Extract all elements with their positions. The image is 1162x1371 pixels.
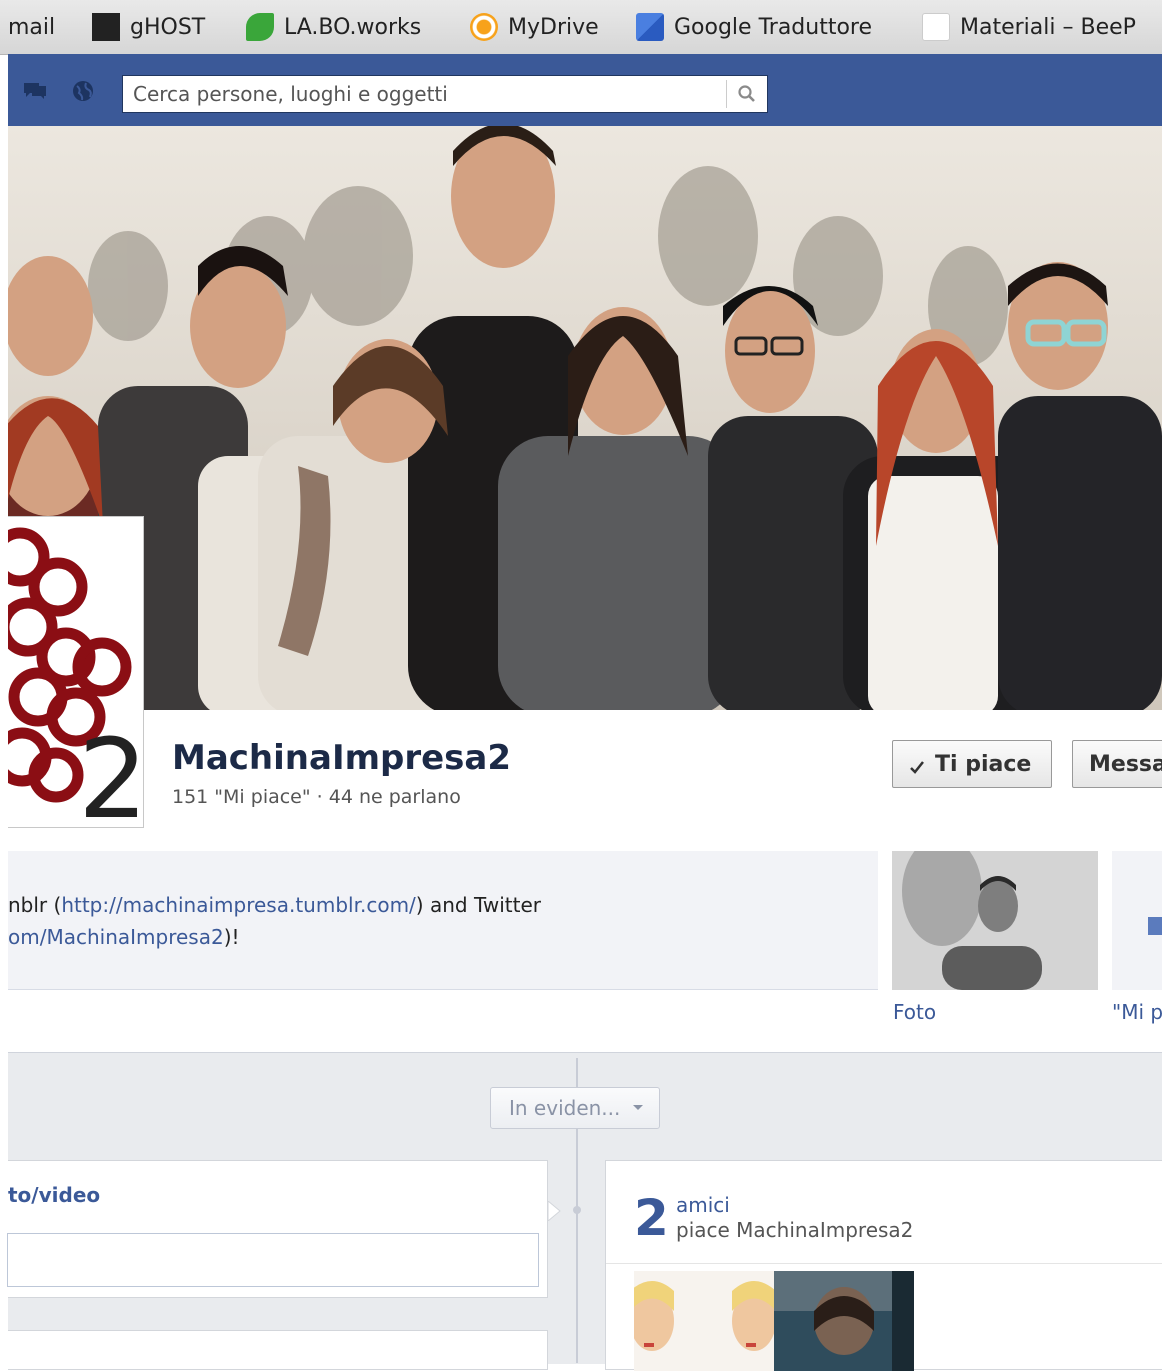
timeline-post-card	[8, 1330, 548, 1370]
card-divider	[606, 1263, 1162, 1264]
labo-leaf-icon	[246, 13, 274, 41]
friend-avatar-1[interactable]	[634, 1271, 774, 1371]
logo-number: 2	[78, 715, 144, 828]
about-line-1: nblr (http://machinaimpresa.tumblr.com/)…	[8, 893, 541, 917]
photos-thumbnail[interactable]	[892, 851, 1098, 990]
globe-notifications-icon[interactable]	[70, 80, 96, 102]
likes-label[interactable]: "Mi p	[1112, 1000, 1162, 1024]
search-icon[interactable]	[737, 84, 757, 104]
bookmark-labo[interactable]: LA.BO.works	[246, 0, 421, 54]
beep-icon	[922, 13, 950, 41]
friend-avatar-2[interactable]	[774, 1271, 914, 1371]
friends-link[interactable]: amici	[676, 1193, 730, 1217]
checkmark-icon	[910, 761, 924, 774]
status-composer-card: to/video	[7, 1160, 561, 1298]
machinaimpresa-logo: 2	[8, 527, 144, 828]
google-translate-icon	[636, 13, 664, 41]
twitter-link[interactable]: om/MachinaImpresa2	[8, 925, 224, 949]
page-stats: 151 "Mi piace" · 44 ne parlano	[172, 786, 461, 808]
photos-label[interactable]: Foto	[893, 1000, 936, 1024]
search-box[interactable]: Cerca persone, luoghi e oggetti	[122, 75, 768, 113]
photo-thumbnail-image	[892, 851, 1098, 990]
about-section: nblr (http://machinaimpresa.tumblr.com/)…	[8, 851, 878, 990]
cover-photo[interactable]	[8, 126, 1162, 710]
likes-thumbnail[interactable]	[1112, 851, 1162, 990]
card-pointer-arrow	[548, 1201, 561, 1221]
photo-video-tab[interactable]: to/video	[8, 1183, 100, 1207]
page-title[interactable]: MachinaImpresa2	[172, 738, 511, 778]
bookmark-mydrive[interactable]: MyDrive	[470, 0, 599, 54]
bookmark-mail[interactable]: mail	[8, 0, 55, 54]
bookmarks-bar: mail gHOST LA.BO.works MyDrive Google Tr…	[0, 0, 1162, 55]
mydrive-icon	[470, 13, 498, 41]
messages-icon[interactable]	[22, 80, 48, 102]
search-input[interactable]: Cerca persone, luoghi e oggetti	[133, 76, 448, 112]
friends-count: 2	[634, 1189, 669, 1247]
search-separator	[726, 80, 727, 108]
profile-picture[interactable]: 2	[8, 516, 144, 828]
ghost-design-icon	[92, 13, 120, 41]
bookmark-ghost[interactable]: gHOST	[92, 0, 205, 54]
friends-like-text: piace MachinaImpresa2	[676, 1218, 914, 1242]
composer-input[interactable]	[7, 1233, 539, 1287]
message-button[interactable]: Messa	[1072, 740, 1162, 788]
bookmark-google-traduttore[interactable]: Google Traduttore	[636, 0, 872, 54]
highlights-filter-dropdown[interactable]: In eviden...	[490, 1087, 660, 1129]
bookmark-beep[interactable]: Materiali – BeeP	[922, 0, 1136, 54]
tumblr-link[interactable]: http://machinaimpresa.tumblr.com/	[61, 893, 415, 917]
about-line-2: om/MachinaImpresa2)!	[8, 925, 240, 949]
cover-photo-image	[8, 126, 1162, 710]
like-button[interactable]: Ti piace	[892, 740, 1052, 788]
friends-like-card: 2 amici piace MachinaImpresa2	[605, 1160, 1162, 1371]
timeline-dot-icon	[573, 1206, 581, 1214]
like-thumb-icon	[1148, 917, 1162, 935]
chevron-down-icon	[633, 1105, 644, 1110]
